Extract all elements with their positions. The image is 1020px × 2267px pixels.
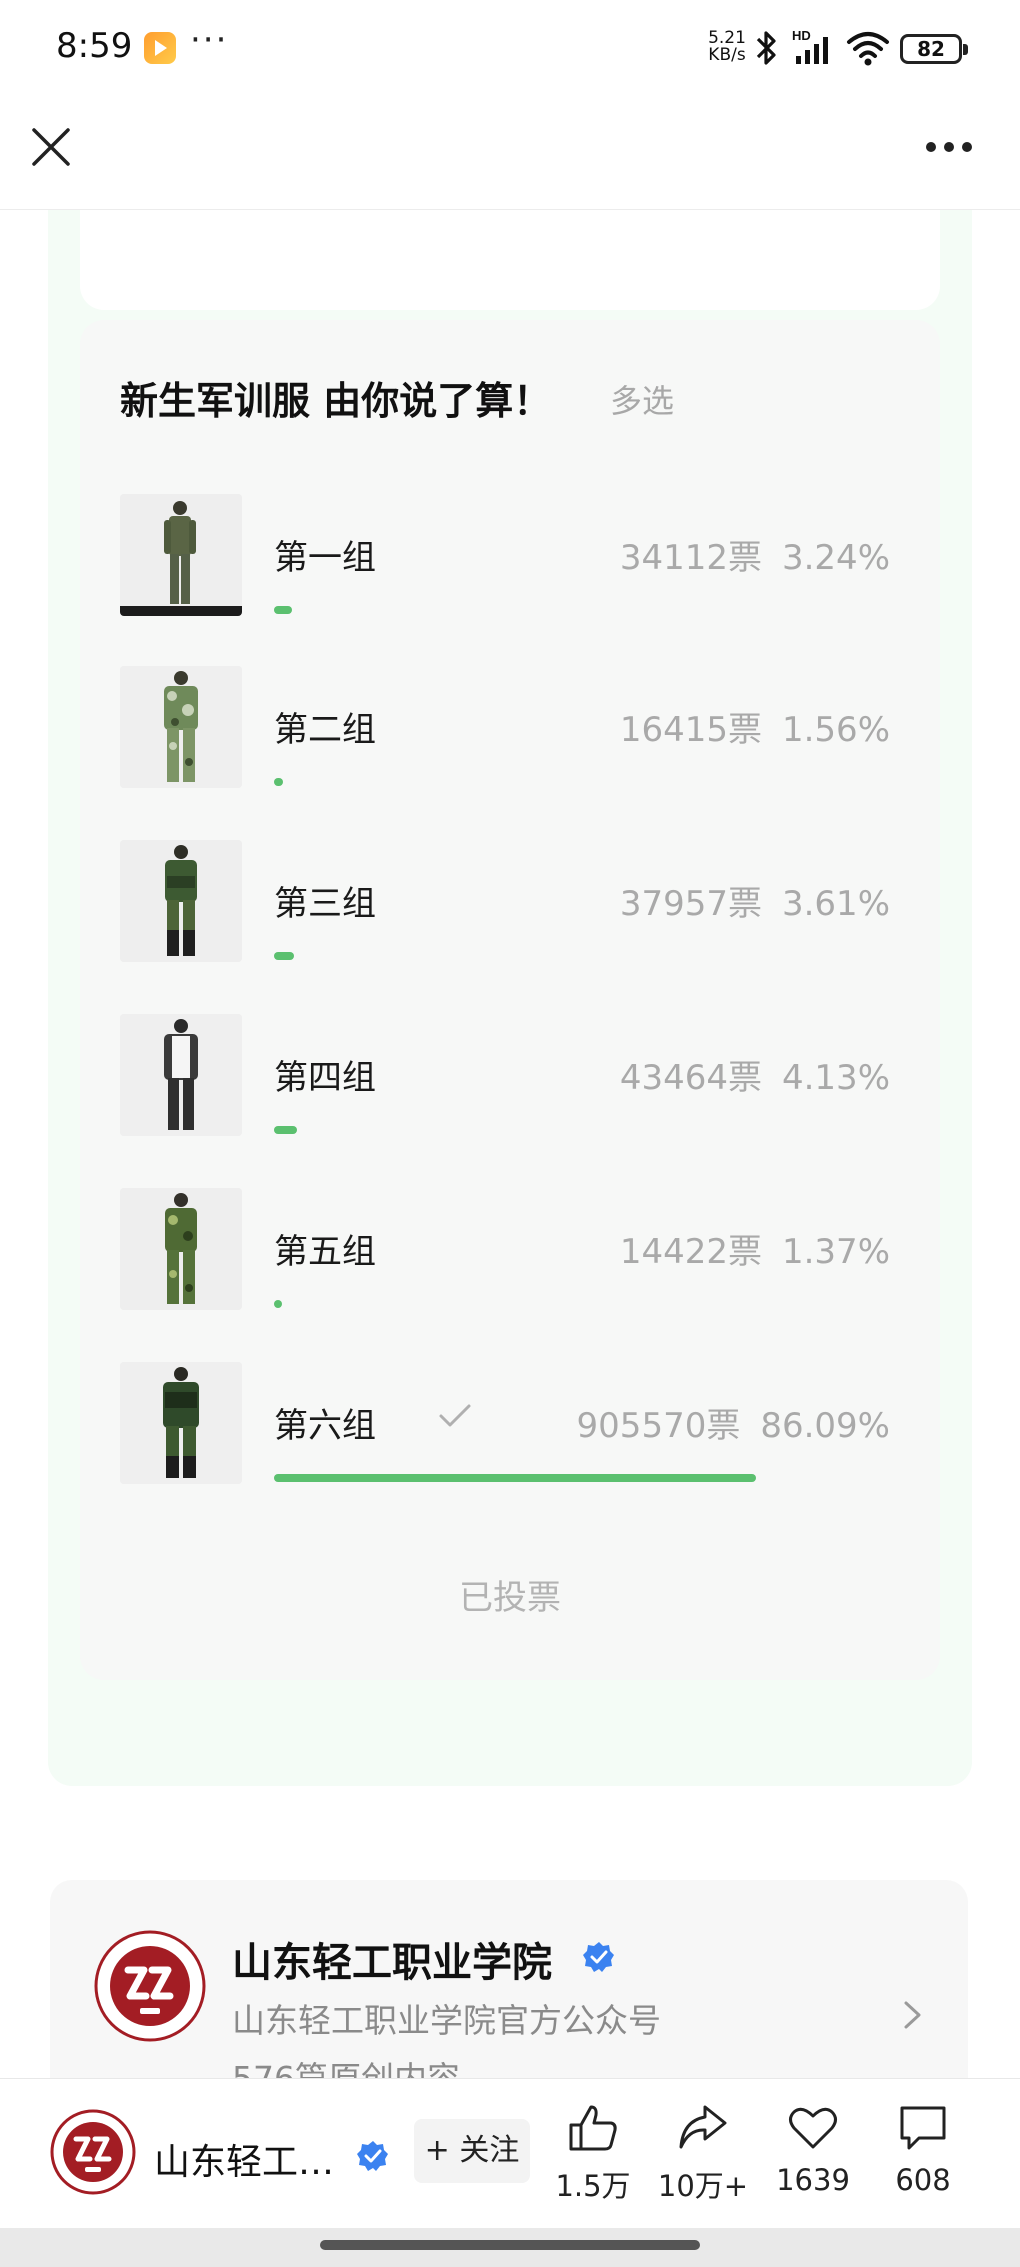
option-votes: 14422票 — [619, 1232, 762, 1272]
vote-option[interactable]: 第五组 14422票 1.37% — [120, 1188, 900, 1310]
chevron-right-icon — [904, 2001, 921, 2029]
comment-icon — [900, 2106, 946, 2150]
result-bar — [274, 606, 834, 614]
account-card[interactable]: 山东轻工职业学院 山东轻工职业学院官方公众号 576篇原创内容 — [50, 1880, 968, 2080]
network-speed: 5.21 KB/s — [706, 30, 748, 64]
vote-card: 新生军训服 由你说了算！ 多选 第一组 34112票 3.24% 第二组 164… — [80, 320, 940, 1680]
gesture-area — [0, 2228, 1020, 2267]
like-icon — [569, 2105, 617, 2151]
account-avatar[interactable] — [50, 2109, 136, 2195]
article-content: 新生军训服 由你说了算！ 多选 第一组 34112票 3.24% 第二组 164… — [48, 210, 972, 1786]
account-original-count: 576篇原创内容 — [232, 2059, 460, 2080]
option-stats: 43464票 4.13% — [620, 1050, 890, 1099]
option-thumbnail — [120, 840, 242, 962]
nav-bar — [0, 96, 1020, 210]
vote-option-selected[interactable]: 第六组 905570票 86.09% — [120, 1362, 900, 1484]
hd-label: HD — [792, 28, 811, 43]
result-bar — [274, 1474, 834, 1482]
comment-count: 608 — [895, 2163, 951, 2197]
option-label: 第六组 — [274, 1406, 376, 1446]
option-votes: 37957票 — [619, 884, 762, 924]
result-bar-fill — [274, 606, 293, 614]
comment-button[interactable]: 608 — [868, 2103, 978, 2197]
vote-option[interactable]: 第三组 37957票 3.61% — [120, 840, 900, 962]
status-bar: 8:59 ··· 5.21 KB/s HD 82 — [0, 0, 1020, 96]
option-thumbnail — [120, 1014, 242, 1136]
option-percent: 86.09% — [760, 1406, 890, 1446]
option-label: 第四组 — [274, 1058, 376, 1098]
bluetooth-icon — [756, 31, 776, 65]
option-votes: 34112票 — [619, 538, 762, 578]
follow-button[interactable]: + 关注 — [414, 2119, 530, 2183]
selected-check-icon — [439, 1404, 471, 1427]
option-thumbnail — [120, 666, 242, 788]
share-button[interactable]: 10万+ — [648, 2103, 758, 2205]
option-label: 第一组 — [274, 538, 376, 578]
option-label: 第三组 — [274, 884, 376, 924]
option-percent: 1.37% — [781, 1232, 890, 1272]
favorite-button[interactable]: 1639 — [758, 2103, 868, 2197]
vote-title: 新生军训服 由你说了算！ — [120, 379, 552, 423]
option-thumbnail — [120, 494, 242, 616]
result-bar — [274, 1126, 834, 1134]
verified-badge-icon — [583, 1942, 614, 1972]
result-bar-fill — [274, 778, 283, 786]
more-icon[interactable] — [924, 132, 974, 162]
share-icon — [679, 2105, 727, 2149]
option-stats: 14422票 1.37% — [620, 1224, 890, 1273]
option-thumbnail — [120, 1188, 242, 1310]
share-count: 10万+ — [657, 2169, 749, 2203]
result-bar — [274, 1300, 834, 1308]
like-count: 1.5万 — [555, 2169, 631, 2203]
account-name: 山东轻工职业学院 — [232, 1940, 552, 1986]
bottom-action-bar: 山东轻工… + 关注 1.5万 10万+ 1639 608 — [0, 2078, 1020, 2228]
previous-card — [80, 210, 940, 310]
result-bar — [274, 952, 834, 960]
video-app-icon — [144, 32, 176, 64]
account-short-name[interactable]: 山东轻工… — [154, 2133, 334, 2185]
home-indicator[interactable] — [320, 2240, 700, 2250]
option-percent: 3.61% — [781, 884, 890, 924]
result-bar-fill — [274, 952, 295, 960]
option-percent: 3.24% — [781, 538, 890, 578]
option-percent: 1.56% — [781, 710, 890, 750]
option-votes: 43464票 — [619, 1058, 762, 1098]
result-bar-fill — [274, 1474, 757, 1482]
close-icon[interactable] — [28, 124, 74, 170]
option-stats: 905570票 86.09% — [577, 1398, 890, 1447]
option-votes: 905570票 — [576, 1406, 741, 1446]
option-stats: 16415票 1.56% — [620, 702, 890, 751]
like-button[interactable]: 1.5万 — [538, 2103, 648, 2205]
result-bar — [274, 778, 834, 786]
vote-status: 已投票 — [459, 1578, 561, 1618]
network-speed-unit: KB/s — [708, 45, 746, 65]
vote-mode-label: 多选 — [610, 382, 675, 420]
option-votes: 16415票 — [619, 710, 762, 750]
option-label: 第二组 — [274, 710, 376, 750]
vote-option[interactable]: 第四组 43464票 4.13% — [120, 1014, 900, 1136]
option-stats: 37957票 3.61% — [620, 876, 890, 925]
status-time: 8:59 — [56, 26, 133, 66]
account-description: 山东轻工职业学院官方公众号 — [232, 2001, 661, 2040]
result-bar-fill — [274, 1300, 282, 1308]
vote-option[interactable]: 第一组 34112票 3.24% — [120, 494, 900, 616]
battery-indicator: 82 — [900, 34, 968, 64]
option-stats: 34112票 3.24% — [620, 530, 890, 579]
favorite-icon — [789, 2107, 837, 2149]
option-percent: 4.13% — [781, 1058, 890, 1098]
status-more-dots: ··· — [190, 20, 229, 60]
result-bar-fill — [274, 1126, 298, 1134]
wifi-icon — [847, 32, 889, 66]
option-thumbnail — [120, 1362, 242, 1484]
verified-badge-icon — [357, 2141, 388, 2171]
cellular-signal-icon: HD — [792, 28, 828, 64]
favorite-count: 1639 — [776, 2163, 850, 2197]
option-label: 第五组 — [274, 1232, 376, 1272]
vote-option[interactable]: 第二组 16415票 1.56% — [120, 666, 900, 788]
college-logo — [94, 1930, 206, 2042]
